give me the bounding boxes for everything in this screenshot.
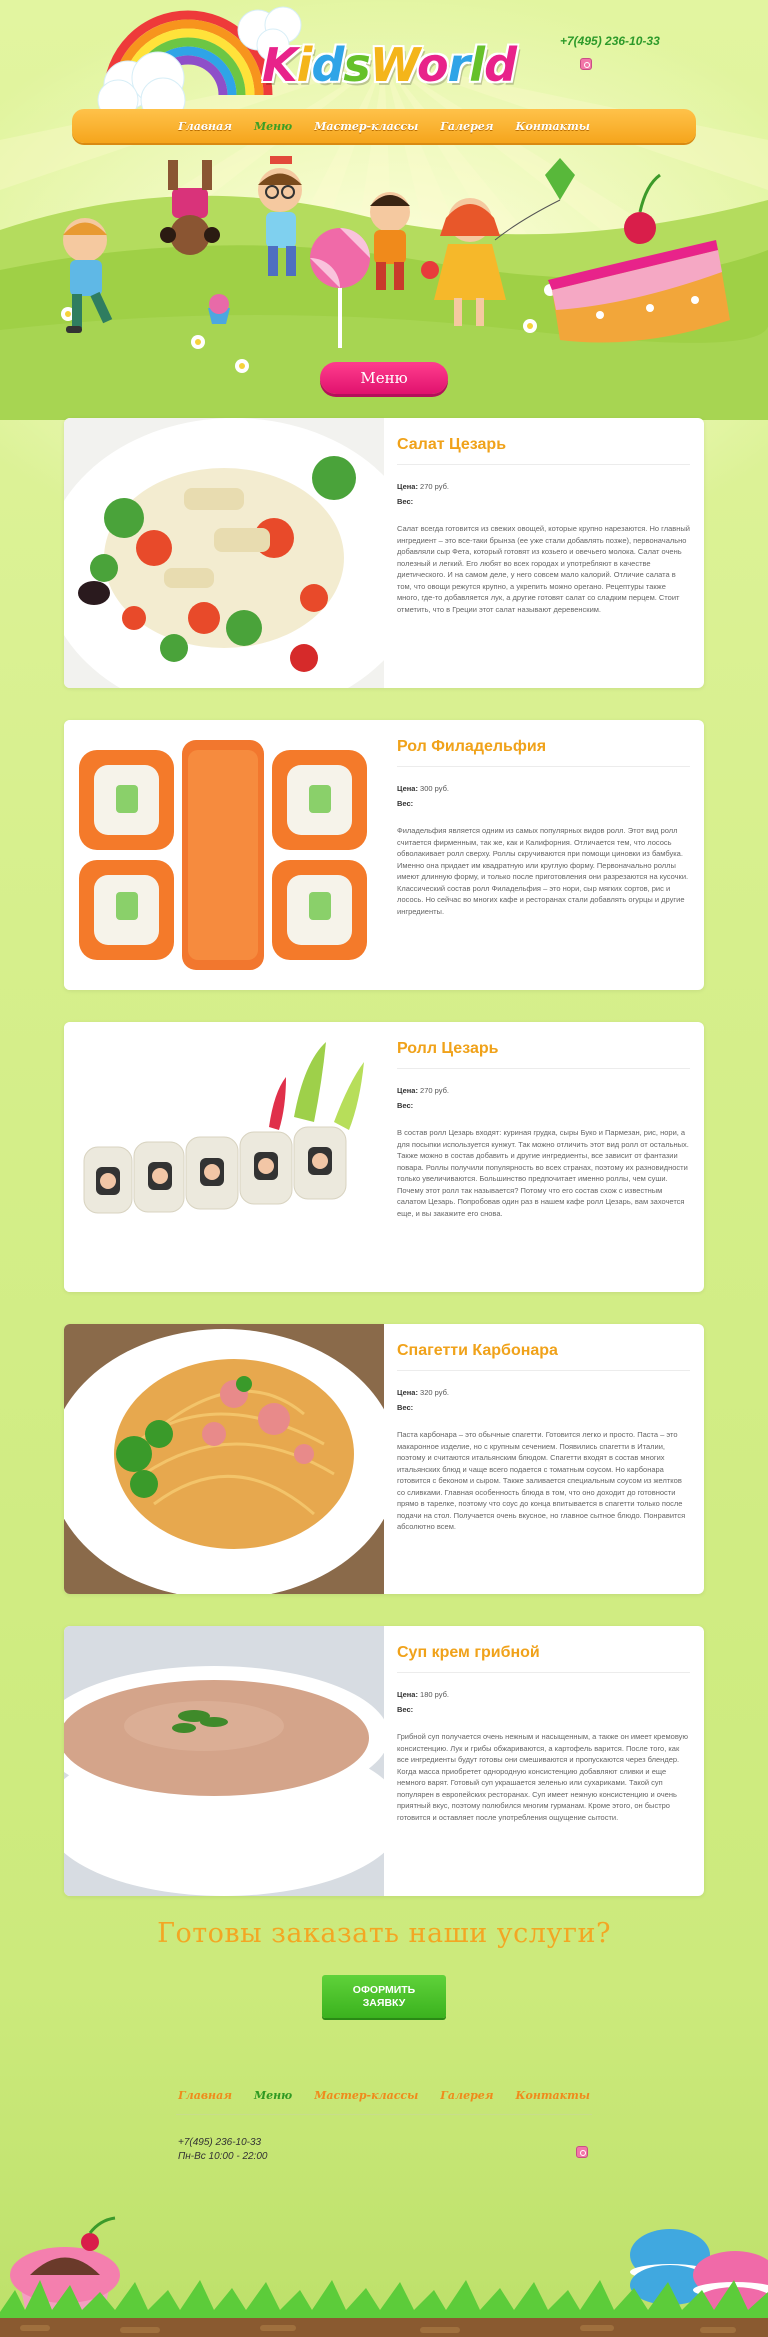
footer-nav-master-classes[interactable]: Мастер-классы	[314, 2089, 418, 2102]
cta-title: Готовы заказать наши услуги?	[157, 1918, 611, 1949]
footer-nav-gallery[interactable]: Галерея	[440, 2089, 493, 2102]
header-phone[interactable]: +7(495) 236-10-33	[560, 34, 660, 48]
dish-weight-label: Вес:	[397, 497, 414, 506]
dish-description: В состав ролл Цезарь входят: куриная гру…	[397, 1128, 689, 1218]
nav-gallery[interactable]: Галерея	[440, 120, 493, 133]
dish-weight-label: Вес:	[397, 1403, 414, 1412]
dish-info: Рол Филадельфия Цена: 300 руб. Вес: Фила…	[384, 720, 704, 990]
dish-title: Суп крем грибной	[397, 1644, 690, 1673]
dish-price: 320 руб.	[420, 1388, 449, 1397]
mushroom-cream-soup-image	[64, 1626, 384, 1896]
nav-master-classes[interactable]: Мастер-классы	[314, 120, 418, 133]
instagram-icon[interactable]	[580, 58, 592, 70]
nav-menu[interactable]: Меню	[254, 120, 292, 133]
footer-nav-home[interactable]: Главная	[178, 2089, 232, 2102]
dish-info: Ролл Цезарь Цена: 270 руб. Вес: В состав…	[384, 1022, 704, 1292]
dish-title: Рол Филадельфия	[397, 738, 690, 767]
dish-weight-label: Вес:	[397, 799, 414, 808]
dish-card: Спагетти Карбонара Цена: 320 руб. Вес: П…	[64, 1324, 704, 1594]
dish-card: Салат Цезарь Цена: 270 руб. Вес: Салат в…	[64, 418, 704, 688]
menu-section-title: Меню	[320, 362, 448, 394]
logo-letter: d	[311, 38, 344, 92]
dish-price: 180 руб.	[420, 1690, 449, 1699]
order-button-line1: ОФОРМИТЬ	[352, 1983, 416, 1996]
logo-letter: i	[296, 38, 313, 92]
dish-description: Филадельфия является одним из самых попу…	[397, 826, 689, 916]
dish-weight-label: Вес:	[397, 1705, 414, 1714]
instagram-icon[interactable]	[576, 2146, 588, 2158]
order-button-line2: ЗАЯВКУ	[362, 1996, 406, 2009]
logo-letter: d	[484, 38, 517, 92]
grass-ground-illustration	[0, 2216, 768, 2337]
dish-info: Спагетти Карбонара Цена: 320 руб. Вес: П…	[384, 1324, 704, 1594]
dish-description: Паста карбонара – это обычные спагетти. …	[397, 1430, 686, 1531]
site-logo[interactable]: KidsWorld	[262, 38, 517, 98]
spaghetti-carbonara-image	[64, 1324, 384, 1594]
dish-price: 270 руб.	[420, 1086, 449, 1095]
header: KidsWorld +7(495) 236-10-33 Главная Меню…	[0, 0, 768, 420]
dish-title: Салат Цезарь	[397, 436, 690, 465]
main-nav: Главная Меню Мастер-классы Галерея Конта…	[72, 109, 696, 143]
footer-nav-menu[interactable]: Меню	[254, 2089, 292, 2102]
dish-weight-label: Вес:	[397, 1101, 414, 1110]
dish-info: Салат Цезарь Цена: 270 руб. Вес: Салат в…	[384, 418, 704, 688]
dish-card: Ролл Цезарь Цена: 270 руб. Вес: В состав…	[64, 1022, 704, 1292]
nav-contacts[interactable]: Контакты	[516, 120, 590, 133]
footer-nav-contacts[interactable]: Контакты	[516, 2089, 590, 2102]
caesar-salad-image	[64, 418, 384, 688]
dish-info: Суп крем грибной Цена: 180 руб. Вес: Гри…	[384, 1626, 704, 1896]
nav-home[interactable]: Главная	[178, 120, 232, 133]
logo-letter: W	[369, 38, 418, 92]
footer-nav: Главная Меню Мастер-классы Галерея Конта…	[0, 2089, 768, 2102]
dish-price: 270 руб.	[420, 482, 449, 491]
dish-card: Рол Филадельфия Цена: 300 руб. Вес: Фила…	[64, 720, 704, 990]
logo-letter: s	[343, 38, 370, 92]
footer-hours: Пн-Вс 10:00 - 22:00	[178, 2151, 268, 2162]
dish-description: Салат всегда готовится из свежих овощей,…	[397, 524, 690, 614]
dish-title: Ролл Цезарь	[397, 1040, 690, 1069]
dish-title: Спагетти Карбонара	[397, 1342, 690, 1371]
philadelphia-roll-image	[64, 720, 384, 990]
logo-letter: l	[469, 38, 485, 92]
logo-letter: r	[447, 38, 471, 92]
logo-letter: K	[262, 38, 298, 92]
dish-description: Грибной суп получается очень нежным и на…	[397, 1732, 689, 1822]
dish-meta: Цена: 180 руб. Вес:	[397, 1690, 449, 1714]
order-request-button[interactable]: ОФОРМИТЬ ЗАЯВКУ	[322, 1975, 446, 2018]
playing-kids-illustration	[61, 156, 730, 373]
footer-phone[interactable]: +7(495) 236-10-33	[178, 2137, 261, 2148]
caesar-roll-image	[64, 1022, 384, 1292]
dish-card: Суп крем грибной Цена: 180 руб. Вес: Гри…	[64, 1626, 704, 1896]
dish-meta: Цена: 270 руб. Вес:	[397, 482, 449, 506]
dish-meta: Цена: 320 руб. Вес:	[397, 1388, 449, 1412]
dish-price: 300 руб.	[420, 784, 449, 793]
dish-meta: Цена: 300 руб. Вес:	[397, 784, 449, 808]
logo-letter: o	[417, 38, 449, 92]
footer-divider	[176, 2114, 592, 2115]
dish-meta: Цена: 270 руб. Вес:	[397, 1086, 449, 1110]
